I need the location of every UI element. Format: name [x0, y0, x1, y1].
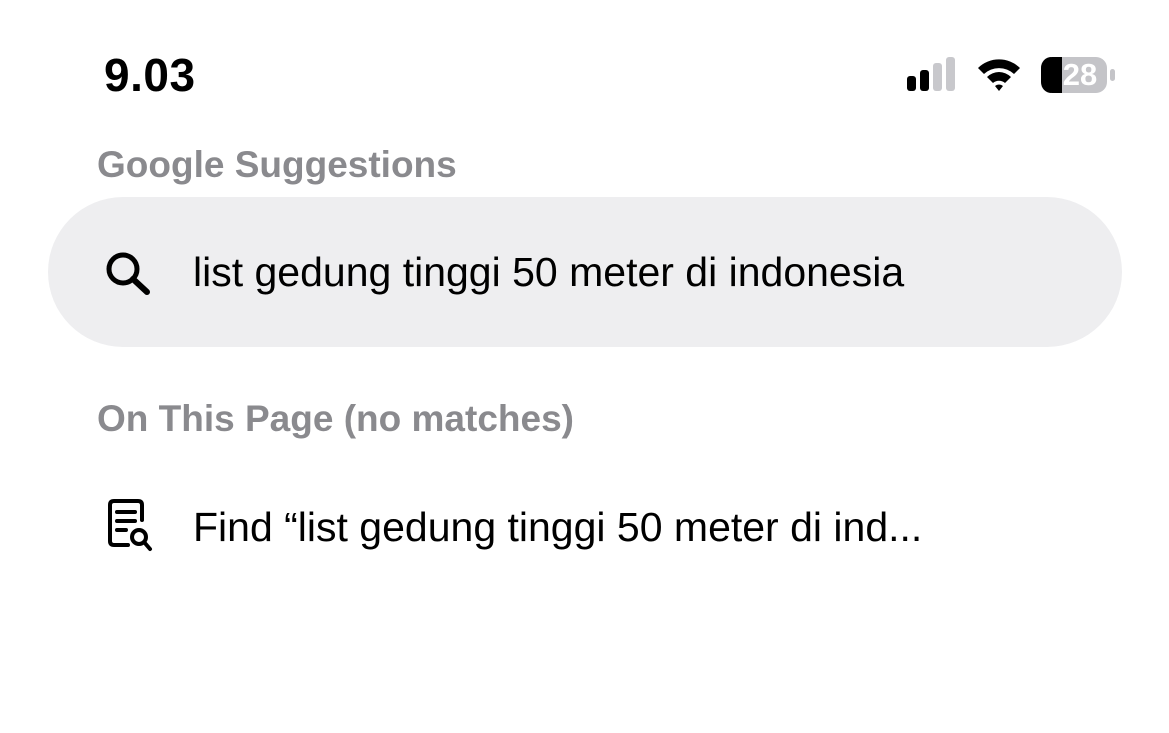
on-this-page-header: On This Page (no matches) — [97, 398, 574, 439]
wifi-icon — [978, 59, 1020, 91]
find-on-page-icon — [108, 499, 152, 551]
find-on-page-row[interactable]: Find “list gedung tinggi 50 meter di ind… — [193, 502, 1073, 552]
battery-icon: 28 — [1040, 55, 1118, 95]
status-time: 9.03 — [104, 49, 196, 101]
status-bar: 9.03 28 — [0, 0, 1169, 130]
battery-percentage: 28 — [1062, 57, 1098, 92]
cellular-signal-icon — [907, 57, 955, 91]
search-icon — [106, 252, 150, 295]
google-suggestions-header: Google Suggestions — [97, 144, 457, 185]
google-suggestion-text[interactable]: list gedung tinggi 50 meter di indonesia — [193, 247, 904, 297]
